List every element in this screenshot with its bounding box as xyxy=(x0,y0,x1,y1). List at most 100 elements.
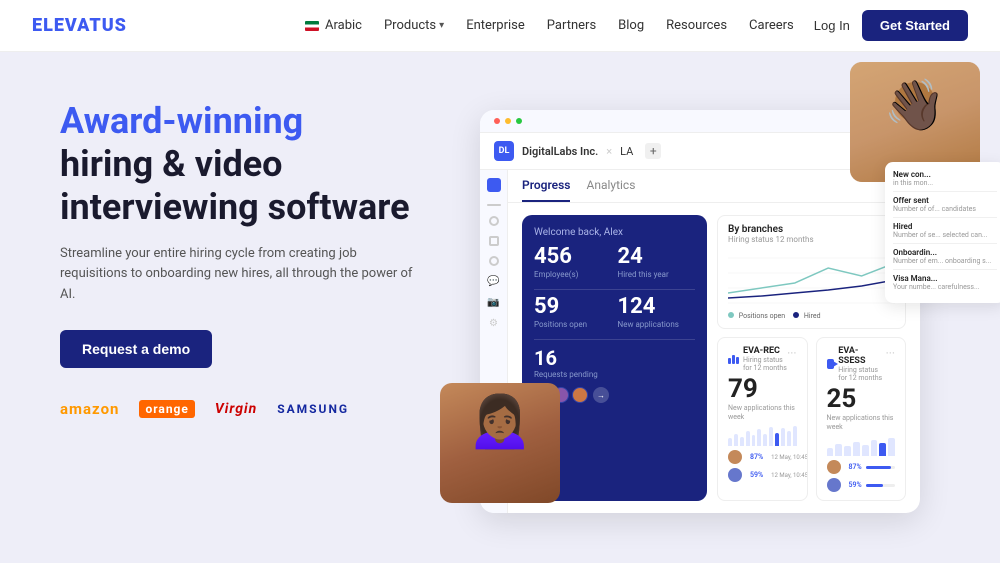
legend-dot-positions xyxy=(728,312,734,318)
hero-title-highlight: Award-winning xyxy=(60,100,303,142)
nc-subtitle-5: Your numbe... carefulness... xyxy=(893,283,997,291)
ssess-candidate-row-1: Rick Burton 87% xyxy=(827,460,896,474)
positions-label: Positions open xyxy=(534,320,612,329)
nav-careers[interactable]: Careers xyxy=(749,18,794,33)
ssess-cand-pct-2: 59% xyxy=(849,481,862,489)
person-silhouette-bottom: 🙍🏾‍♀️ xyxy=(440,383,560,503)
dash-right-panel: By branches Hiring status 12 months ··· xyxy=(717,215,906,501)
cand-pct-2: 59% xyxy=(750,471,763,479)
sidebar-icon-circle2[interactable] xyxy=(489,256,499,266)
stat-divider-2 xyxy=(534,339,695,340)
mini-bar-3 xyxy=(740,437,744,446)
ssess-cand-bar-1 xyxy=(866,466,895,469)
login-button[interactable]: Log In xyxy=(814,18,850,33)
header-separator: × xyxy=(606,145,612,158)
eva-row: EVA-REC Hiring status for 12 months ··· … xyxy=(717,337,906,501)
add-button[interactable]: + xyxy=(645,143,661,159)
navbar: ELEVATUS Arabic Products ▾ Enterprise Pa… xyxy=(0,0,1000,52)
nc-subtitle-4: Number of em... onboarding s... xyxy=(893,257,997,265)
chart-svg xyxy=(728,248,895,308)
stat-employees: 456 Employee(s) xyxy=(534,246,612,279)
nc-item-1: New con... in this mon... xyxy=(893,170,997,187)
nc-item-2: Offer sent Number of of... candidates xyxy=(893,196,997,213)
eva-rec-card: EVA-REC Hiring status for 12 months ··· … xyxy=(717,337,808,501)
nav-enterprise[interactable]: Enterprise xyxy=(466,18,525,33)
sidebar-icon-square[interactable] xyxy=(489,236,499,246)
sidebar-icon-home[interactable] xyxy=(487,178,501,192)
nav-products[interactable]: Products ▾ xyxy=(384,18,444,33)
mini-bar-10 xyxy=(781,428,785,446)
branches-title: By branches xyxy=(728,224,814,235)
arrow-button[interactable]: → xyxy=(593,387,609,403)
pending-label: Requests pending xyxy=(534,370,695,379)
sidebar-icon-chat[interactable]: 💬 xyxy=(487,276,499,287)
company-name: DigitalLabs Inc. xyxy=(522,145,598,158)
eva-ssess-number: 25 xyxy=(827,386,896,412)
candidate-row-1: Rick Burton 87% 12 May, 10:45 +1 Senior … xyxy=(728,450,797,464)
stats-grid-2: 59 Positions open 124 New applications xyxy=(534,296,695,329)
virgin-logo: Virgin xyxy=(215,401,257,417)
nc-subtitle-3: Number of se... selected can... xyxy=(893,231,997,239)
tab-analytics[interactable]: Analytics xyxy=(586,170,635,202)
branches-title-group: By branches Hiring status 12 months xyxy=(728,224,814,244)
nc-item-4: Onboardin... Number of em... onboarding … xyxy=(893,248,997,265)
eva-ssess-title: EVA-SSESS xyxy=(838,346,885,366)
eva-rec-menu[interactable]: ··· xyxy=(787,346,796,360)
eva-rec-chart xyxy=(728,426,797,446)
ssess-bar-4 xyxy=(853,442,860,456)
hero-title-rest: hiring & video interviewing software xyxy=(60,143,410,228)
ssess-bar-5 xyxy=(862,445,869,456)
mini-bar-2 xyxy=(734,434,738,446)
tab-progress[interactable]: Progress xyxy=(522,170,570,202)
hero-title: Award-winning hiring & video interviewin… xyxy=(60,100,428,230)
bar2 xyxy=(732,355,735,364)
apps-label: New applications xyxy=(618,320,696,329)
demo-button[interactable]: Request a demo xyxy=(60,330,212,368)
sidebar-icon-circle[interactable] xyxy=(489,216,499,226)
nc-subtitle-2: Number of of... candidates xyxy=(893,205,997,213)
eva-ssess-menu[interactable]: ··· xyxy=(886,346,895,360)
branches-subtitle: Hiring status 12 months xyxy=(728,235,814,244)
cand-date-1: 12 May, 10:45 xyxy=(771,454,807,461)
nc-title-1: New con... xyxy=(893,170,997,179)
candidate-row-2: Bryan Morrison 59% 12 May, 10:45 +2 Soft… xyxy=(728,468,797,482)
cand-date-2: 12 May, 10:45 xyxy=(771,472,807,479)
nav-arabic[interactable]: Arabic xyxy=(305,18,362,33)
mini-bar-9 xyxy=(775,433,779,446)
chevron-down-icon: ▾ xyxy=(439,20,444,31)
mini-bar-12 xyxy=(793,426,797,446)
nc-divider-4 xyxy=(893,269,997,270)
logo[interactable]: ELEVATUS xyxy=(32,15,127,36)
new-contacts-strip: New con... in this mon... Offer sent Num… xyxy=(885,162,1000,303)
sidebar-icon-camera[interactable]: 📷 xyxy=(487,297,499,308)
ssess-cand-pct-1: 87% xyxy=(849,463,862,471)
eva-ssess-header: EVA-SSESS Hiring status for 12 months ··… xyxy=(827,346,896,382)
get-started-button[interactable]: Get Started xyxy=(862,10,968,41)
nav-resources[interactable]: Resources xyxy=(666,18,727,33)
eva-ssess-icon-group: EVA-SSESS Hiring status for 12 months xyxy=(827,346,886,382)
ssess-bar-1 xyxy=(827,448,834,456)
stat-positions: 59 Positions open xyxy=(534,296,612,329)
chart-legend: Positions open Hired xyxy=(728,312,895,320)
hero-dashboard-area: 👋🏿 🙍🏾‍♀️ DL DigitalLabs Inc. × LA xyxy=(460,52,1000,563)
hero-subtitle: Streamline your entire hiring cycle from… xyxy=(60,244,420,306)
ssess-bar-8 xyxy=(888,438,895,456)
nav-blog[interactable]: Blog xyxy=(618,18,644,33)
dash-content: Welcome back, Alex 456 Employee(s) 24 Hi… xyxy=(508,203,920,513)
ssess-candidate-row-2: Bryan Morrison 59% xyxy=(827,478,896,492)
ssess-bar-2 xyxy=(835,444,842,456)
dash-location: LA xyxy=(620,145,633,158)
window-dot-red xyxy=(494,118,500,124)
eva-ssess-subtitle: Hiring status for 12 months xyxy=(838,366,885,382)
nc-divider-1 xyxy=(893,191,997,192)
nav-partners[interactable]: Partners xyxy=(547,18,596,33)
sidebar-divider xyxy=(487,204,501,206)
branches-chart xyxy=(728,248,895,308)
mini-bar-8 xyxy=(769,427,773,446)
cand-pct-1: 87% xyxy=(750,453,763,461)
stat-divider xyxy=(534,289,695,290)
hired-label: Hired this year xyxy=(618,270,696,279)
eva-rec-icon-group: EVA-REC Hiring status for 12 months xyxy=(728,346,787,372)
sidebar-icon-settings[interactable]: ⚙ xyxy=(489,318,498,329)
ssess-bar-3 xyxy=(844,446,851,456)
